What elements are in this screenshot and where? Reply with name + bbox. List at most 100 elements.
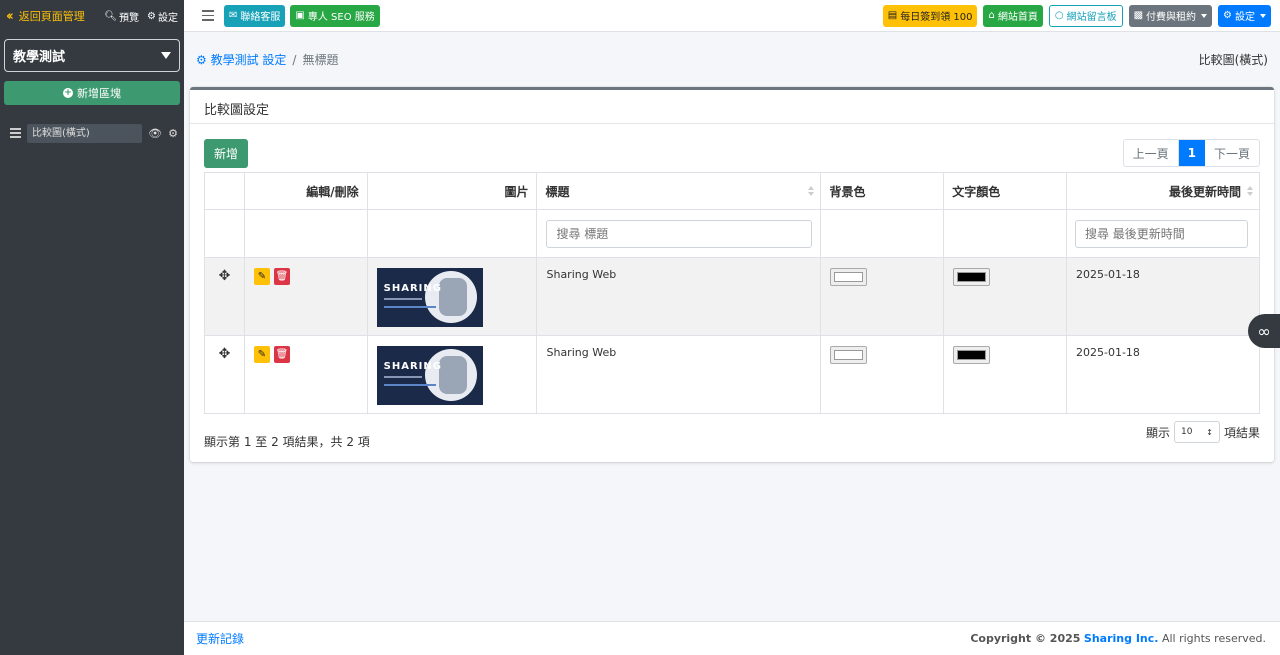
edit-icon[interactable]: ✎ — [253, 268, 270, 285]
comparison-settings-card: 比較圖設定 新增 上一頁 1 下一頁 編輯/刪除 圖片 標題 背景色 文字顏色 … — [190, 87, 1274, 462]
page-length-select[interactable]: 10 ↕ — [1173, 421, 1220, 443]
thumb-robot — [438, 356, 467, 394]
table-row: ✥ ✎ 🗑︎ SHARING Sharing Web 2025-01-18 — [204, 335, 1261, 414]
prev-page-button[interactable]: 上一頁 — [1124, 140, 1179, 166]
col-updated-label: 最後更新時間 — [1168, 184, 1241, 199]
thumb-line — [383, 384, 436, 386]
next-page-button[interactable]: 下一頁 — [1205, 140, 1259, 166]
seo-service-button[interactable]: ▣ 專人 SEO 服務 — [290, 4, 380, 27]
col-title[interactable]: 標題 — [536, 172, 822, 210]
breadcrumb-parent-link[interactable]: ⚙ 教學測試 設定 — [196, 51, 286, 68]
daily-checkin-button[interactable]: ▤ 每日簽到領 100 — [882, 4, 978, 27]
text-color-swatch[interactable] — [953, 268, 991, 286]
length-prefix: 顯示 — [1145, 425, 1170, 440]
col-image: 圖片 — [366, 172, 538, 210]
col-bg-color: 背景色 — [820, 172, 945, 210]
gear-icon[interactable]: ⚙ — [168, 127, 178, 140]
page-length: 顯示 10 ↕ 項結果 — [1146, 421, 1260, 443]
row-title: Sharing Web — [536, 335, 822, 414]
bg-color-swatch[interactable] — [830, 268, 868, 286]
plus-circle-icon: + — [63, 88, 73, 98]
edit-icon[interactable]: ✎ — [253, 346, 270, 363]
add-button[interactable]: 新增 — [204, 139, 248, 168]
caret-down-icon — [161, 52, 171, 59]
menu-toggle-icon[interactable] — [202, 10, 214, 21]
thumb-line — [383, 306, 436, 308]
caret-down-icon — [1260, 13, 1266, 18]
contact-support-button[interactable]: ✉ 聯絡客服 — [224, 4, 286, 27]
col-drag — [204, 172, 245, 210]
seo-service-label: 專人 SEO 服務 — [307, 12, 375, 23]
billing-dropdown-button[interactable]: ▩ 付費與租約 — [1128, 4, 1213, 27]
site-home-button[interactable]: ⌂ 網站首頁 — [983, 4, 1043, 27]
text-color-swatch[interactable] — [953, 346, 991, 364]
row-updated: 2025-01-18 — [1065, 335, 1261, 414]
move-icon[interactable]: ✥ — [204, 257, 245, 336]
col-updated[interactable]: 最後更新時間 — [1065, 172, 1261, 210]
contact-support-label: 聯絡客服 — [240, 12, 281, 23]
breadcrumb-current: 無標題 — [302, 53, 339, 67]
home-icon: ⌂ — [988, 10, 995, 21]
caret-down-icon — [1201, 13, 1208, 18]
calendar-check-icon: ▤ — [887, 10, 898, 21]
sidebar-item-label[interactable]: 比較圖(橫式) — [27, 123, 143, 143]
breadcrumb-separator: / — [292, 52, 297, 67]
trash-icon[interactable]: 🗑︎ — [273, 268, 290, 285]
sidebar-top-bar: ‹‹ 返回頁面管理 🔍︎ 預覽 ⚙ 設定 — [0, 0, 184, 32]
page-title: 比較圖(橫式) — [1198, 53, 1268, 67]
chat-icon: ▣ — [295, 10, 305, 21]
col-title-label: 標題 — [545, 184, 570, 199]
thumb-line — [383, 298, 422, 300]
infinity-icon: ∞ — [1257, 321, 1271, 341]
sidebar-settings-link[interactable]: ⚙ 設定 — [147, 9, 178, 24]
settings-dropdown-button[interactable]: ⚙ 設定 — [1218, 4, 1271, 27]
search-icon: 🔍︎ — [104, 10, 118, 22]
page-1-button[interactable]: 1 — [1178, 140, 1205, 166]
footer: 更新記錄 Copyright © 2025 Sharing Inc. All r… — [184, 621, 1280, 655]
table-row: ✥ ✎ 🗑︎ SHARING Sharing Web 2025-01-18 — [204, 257, 1261, 336]
add-block-button[interactable]: + 新增區塊 — [4, 81, 180, 105]
length-value: 10 — [1180, 427, 1193, 437]
preview-label: 預覽 — [119, 12, 140, 24]
site-home-label: 網站首頁 — [997, 12, 1038, 23]
infinity-float-button[interactable]: ∞ — [1248, 314, 1280, 348]
daily-checkin-label: 每日簽到領 100 — [900, 12, 973, 23]
double-chevron-left-icon: ‹‹ — [6, 8, 14, 24]
trash-icon[interactable]: 🗑︎ — [273, 346, 290, 363]
length-suffix: 項結果 — [1223, 425, 1260, 440]
search-updated-input[interactable] — [1074, 219, 1248, 248]
sidebar-item-comparison[interactable]: 比較圖(橫式) 👁︎ ⚙ — [0, 123, 184, 143]
main-content: ⚙ 教學測試 設定 / 無標題 比較圖(橫式) 比較圖設定 新增 上一頁 1 下… — [184, 33, 1280, 621]
sidebar: ‹‹ 返回頁面管理 🔍︎ 預覽 ⚙ 設定 教學測試 + 新增區塊 比較圖(橫式)… — [0, 0, 184, 655]
site-select[interactable]: 教學測試 — [4, 39, 180, 72]
bg-color-swatch[interactable] — [830, 346, 868, 364]
site-select-value: 教學測試 — [13, 50, 66, 65]
back-to-page-management-link[interactable]: ‹‹ 返回頁面管理 — [6, 8, 96, 24]
comments-icon: ○ — [1054, 10, 1064, 21]
col-text-color: 文字顏色 — [943, 172, 1067, 210]
move-icon[interactable]: ✥ — [204, 335, 245, 414]
pagination: 上一頁 1 下一頁 — [1122, 139, 1260, 167]
col-edit-delete: 編輯/刪除 — [243, 172, 368, 210]
add-block-label: 新增區塊 — [77, 87, 121, 100]
sort-icon — [808, 186, 815, 196]
drag-handle-icon[interactable] — [10, 128, 21, 138]
gear-icon: ⚙ — [147, 10, 156, 22]
changelog-link[interactable]: 更新記錄 — [196, 630, 244, 647]
updown-caret-icon: ↕ — [1206, 427, 1213, 437]
table-info: 顯示第 1 至 2 項結果，共 2 項 — [204, 435, 370, 449]
eye-icon[interactable]: 👁︎ — [148, 127, 162, 140]
guestbook-button[interactable]: ○ 網站留言板 — [1048, 4, 1123, 27]
row-image-thumbnail[interactable]: SHARING — [376, 346, 483, 405]
search-title-input[interactable] — [546, 219, 813, 248]
row-updated: 2025-01-18 — [1065, 257, 1261, 336]
copyright-brand-link[interactable]: Sharing Inc. — [1084, 632, 1159, 645]
preview-link[interactable]: 🔍︎ 預覽 — [104, 9, 139, 24]
card-title: 比較圖設定 — [190, 90, 1274, 124]
copyright-suffix: All rights reserved. — [1161, 632, 1266, 645]
gear-icon: ⚙ — [196, 53, 207, 67]
row-image-thumbnail[interactable]: SHARING — [376, 268, 483, 327]
billing-label: 付費與租約 — [1146, 12, 1197, 23]
headset-icon: ✉ — [229, 10, 238, 21]
gear-icon: ⚙ — [1223, 10, 1232, 21]
